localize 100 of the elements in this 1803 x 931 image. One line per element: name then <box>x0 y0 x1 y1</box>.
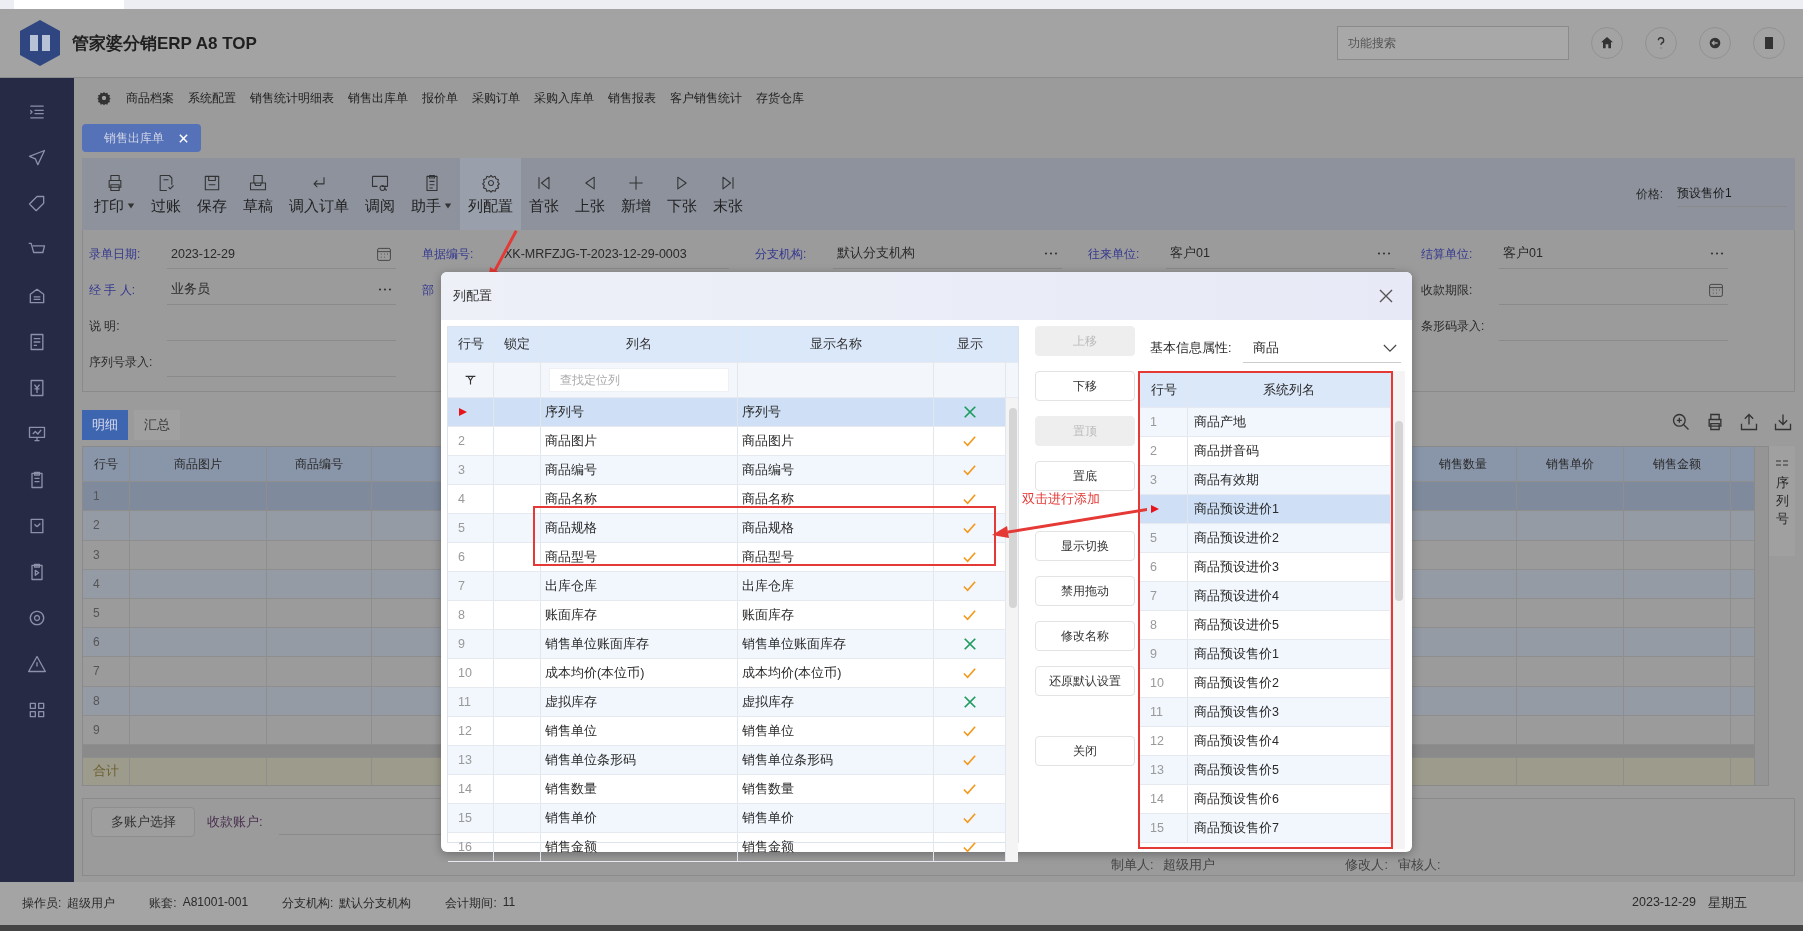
check-icon[interactable] <box>962 781 977 797</box>
field-label: 收款期限: <box>1421 281 1473 299</box>
table-row[interactable]: 1 商品产地 <box>1140 408 1391 437</box>
dialog-button[interactable]: 显示切换 <box>1035 531 1135 561</box>
filter-icon[interactable] <box>464 373 477 387</box>
table-row[interactable]: 3 商品编号 商品编号 <box>448 456 1006 485</box>
menu-item[interactable]: 报价单 <box>422 90 458 106</box>
table-row[interactable]: 11 商品预设售价3 <box>1140 698 1391 727</box>
side-panel[interactable]: 序列号 <box>1769 446 1795 556</box>
scrollbar[interactable] <box>1006 398 1018 862</box>
table-row[interactable]: 5 商品规格 商品规格 <box>448 514 1006 543</box>
check-icon[interactable] <box>962 491 977 507</box>
table-row[interactable]: 16 销售金额 销售金额 <box>448 833 1006 862</box>
toolbar-button[interactable]: 保存 <box>189 158 235 230</box>
check-icon[interactable] <box>962 810 977 826</box>
menu-item[interactable]: 采购订单 <box>472 90 520 106</box>
dialog-button[interactable]: 修改名称 <box>1035 621 1135 651</box>
zoom-icon[interactable] <box>1671 412 1691 432</box>
scrollbar[interactable] <box>1755 446 1769 786</box>
more-icon[interactable] <box>378 287 392 292</box>
price-field[interactable]: 预设售价1 <box>1677 181 1787 207</box>
close-icon[interactable] <box>1378 288 1394 304</box>
menu-item[interactable]: 存货仓库 <box>756 90 804 106</box>
check-icon[interactable] <box>962 462 977 478</box>
upload-icon[interactable] <box>1739 412 1759 432</box>
table-row[interactable]: 7 出库仓库 出库仓库 <box>448 572 1006 601</box>
table-row[interactable]: 9 销售单位账面库存 销售单位账面库存 <box>448 630 1006 659</box>
menu-item[interactable]: 客户销售统计 <box>670 90 742 106</box>
settings-icon[interactable] <box>96 90 112 106</box>
check-icon[interactable] <box>962 839 977 855</box>
toolbar-button[interactable]: 下张 <box>659 158 705 230</box>
table-row[interactable]: 11 虚拟库存 虚拟库存 <box>448 688 1006 717</box>
grid-icon[interactable] <box>27 700 47 720</box>
check-icon[interactable] <box>962 752 977 768</box>
download-icon[interactable] <box>1773 412 1793 432</box>
check-icon[interactable] <box>962 607 977 623</box>
scrollbar[interactable] <box>1393 371 1405 849</box>
check-icon[interactable] <box>962 665 977 681</box>
dialog-button[interactable]: 禁用拖动 <box>1035 576 1135 606</box>
check-icon[interactable] <box>962 549 977 565</box>
search-field[interactable]: 功能搜索 <box>1337 26 1569 60</box>
toolbar-button[interactable]: 调入订单 <box>281 158 357 230</box>
menu-item[interactable]: 采购入库单 <box>534 90 594 106</box>
table-row[interactable]: 13 销售单位条形码 销售单位条形码 <box>448 746 1006 775</box>
building-icon[interactable] <box>27 286 47 306</box>
cross-icon[interactable] <box>962 695 977 709</box>
cross-icon[interactable] <box>962 405 977 419</box>
multi-account-button[interactable]: 多账户选择 <box>91 807 195 837</box>
menu-item[interactable]: 销售出库单 <box>348 90 408 106</box>
check-icon[interactable] <box>962 520 977 536</box>
toolbar-button[interactable]: 上张 <box>567 158 613 230</box>
table-cell: 成本均价(本位币) <box>742 664 842 682</box>
check-icon[interactable] <box>962 433 977 449</box>
tag-icon[interactable] <box>27 194 47 214</box>
settings-icon[interactable] <box>27 608 47 628</box>
menu-item[interactable]: 系统配置 <box>188 90 236 106</box>
more-icon[interactable] <box>1710 251 1724 256</box>
toolbar-button[interactable]: 助手 <box>403 158 460 230</box>
toolbar-button[interactable]: 列配置 <box>460 158 521 230</box>
toolbar-button[interactable]: 打印 <box>86 158 143 230</box>
send-icon[interactable] <box>27 148 47 168</box>
toolbar-button[interactable]: 草稿 <box>235 158 281 230</box>
dialog-button[interactable]: 置底 <box>1035 461 1135 491</box>
toolbar-button[interactable]: 首张 <box>521 158 567 230</box>
tab[interactable]: 明细 <box>82 410 128 440</box>
table-row[interactable]: 13 商品预设售价5 <box>1140 756 1391 785</box>
toolbar-button[interactable]: 过账 <box>143 158 189 230</box>
input-field[interactable]: 客户01 <box>1166 239 1395 269</box>
table-row[interactable]: 7 商品预设进价4 <box>1140 582 1391 611</box>
attribute-dropdown[interactable]: 商品 <box>1243 334 1401 363</box>
toolbar-button[interactable]: 调阅 <box>357 158 403 230</box>
toolbar-button[interactable]: 新增 <box>613 158 659 230</box>
calendar-icon[interactable] <box>376 245 392 262</box>
menu-item[interactable]: 销售统计明细表 <box>250 90 334 106</box>
table-row[interactable]: 9 商品预设售价1 <box>1140 640 1391 669</box>
input-field[interactable]: 客户01 <box>1499 239 1728 269</box>
warning-icon[interactable] <box>27 654 47 674</box>
table-row[interactable]: 商品预设进价1 <box>1140 495 1391 524</box>
more-icon[interactable] <box>1377 251 1391 256</box>
table-row[interactable]: 5 商品预设进价2 <box>1140 524 1391 553</box>
tab[interactable]: 汇总 <box>134 410 180 440</box>
calendar-icon[interactable] <box>1708 281 1724 298</box>
input-field[interactable]: 2023-12-29 <box>167 239 396 269</box>
table-row[interactable]: 15 商品预设售价7 <box>1140 814 1391 843</box>
toolbar-button[interactable]: 末张 <box>705 158 751 230</box>
monitor-chart-icon[interactable] <box>27 424 47 444</box>
cross-icon[interactable] <box>962 637 977 651</box>
dialog-button[interactable]: 关闭 <box>1035 736 1135 766</box>
menu-item[interactable]: 商品档案 <box>126 90 174 106</box>
table-row[interactable]: 序列号 序列号 <box>448 398 1006 427</box>
input-field[interactable]: 业务员 <box>167 275 396 305</box>
dialog-button[interactable]: 下移 <box>1035 371 1135 401</box>
dialog-button[interactable]: 还原默认设置 <box>1035 666 1135 696</box>
table-row[interactable]: 15 销售单价 销售单价 <box>448 804 1006 833</box>
input-field[interactable]: 默认分支机构 <box>833 239 1062 269</box>
menu-item[interactable]: 销售报表 <box>608 90 656 106</box>
check-icon[interactable] <box>962 578 977 594</box>
check-icon[interactable] <box>962 723 977 739</box>
more-icon[interactable] <box>1044 251 1058 256</box>
table-row[interactable]: 3 商品有效期 <box>1140 466 1391 495</box>
